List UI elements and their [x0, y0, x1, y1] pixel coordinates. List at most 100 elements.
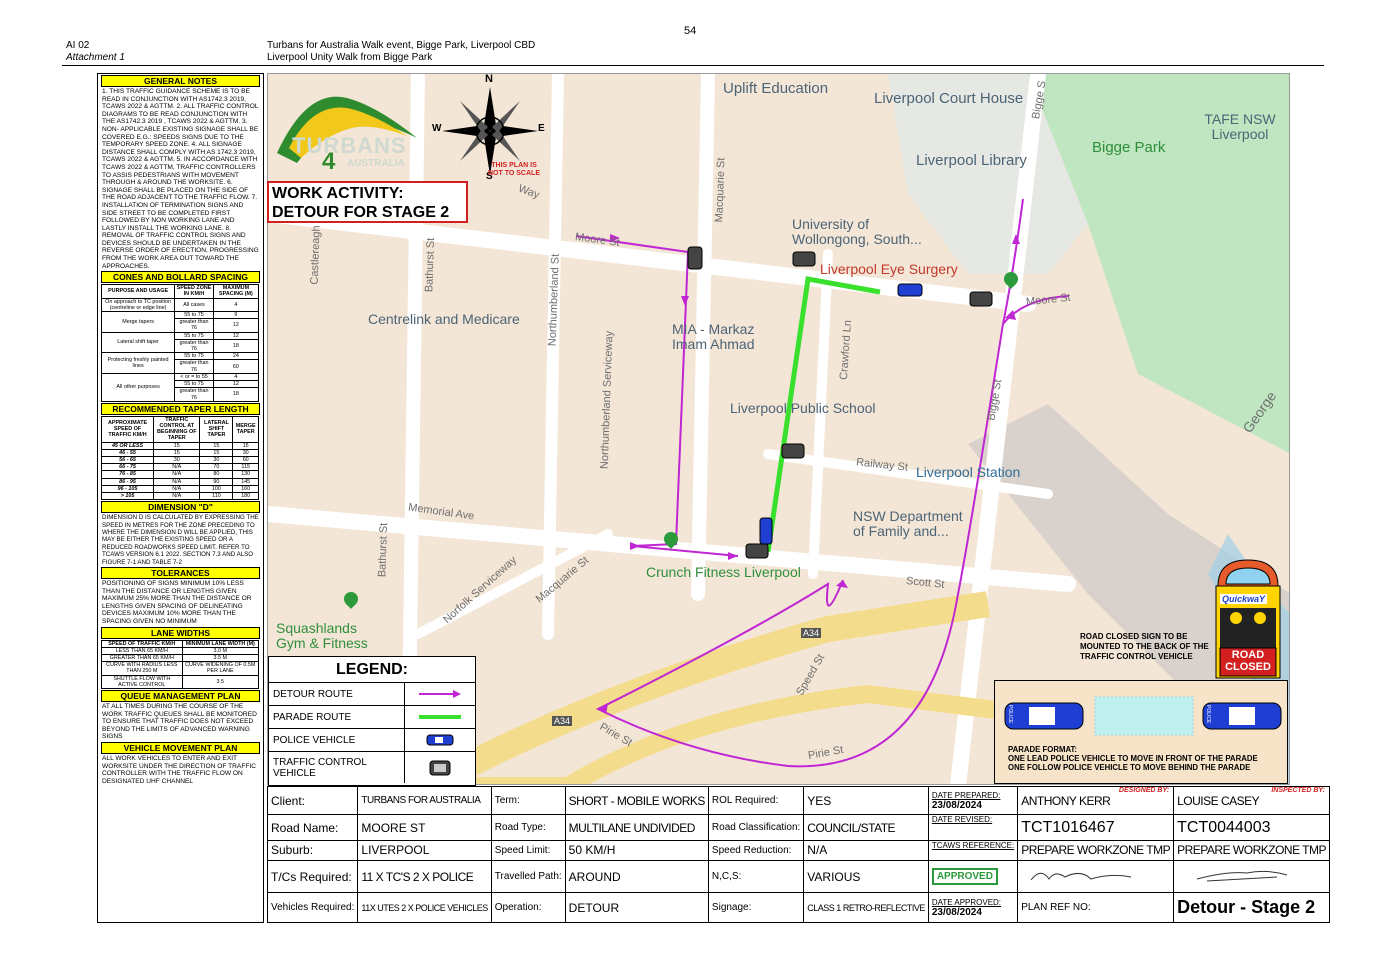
travelled-path-label: Travelled Path: — [490, 860, 566, 894]
page-number: 54 — [684, 25, 697, 37]
logo-subtext: AUSTRALIA — [347, 158, 405, 169]
inspector-tcaws: PREPARE WORKZONE TMP — [1173, 839, 1331, 862]
logo-number: 4 — [322, 148, 336, 175]
legend-label: PARADE ROUTE — [269, 706, 405, 728]
table-row: 76 - 85 N/A 80 130 — [100, 470, 259, 479]
taper-title: RECOMMENDED TAPER LENGTH — [101, 402, 260, 415]
vehicles-required-value: 11X UTES 2 X POLICE VEHICLES — [357, 892, 492, 923]
parade-diagram — [1004, 696, 1282, 736]
queue-title: QUEUE MANAGEMENT PLAN — [101, 689, 260, 702]
compass-e: E — [538, 123, 545, 134]
vehicles-required-label: Vehicles Required: — [266, 892, 359, 923]
table-row: 56 - 65 30 30 60 — [100, 455, 259, 465]
road-name-label: Road Name: — [266, 814, 359, 841]
map-legend: LEGEND: DETOUR ROUTE PARADE ROUTE POLICE… — [268, 656, 476, 786]
notes-panel: GENERAL NOTES 1. THIS TRAFFIC GUIDANCE S… — [97, 73, 264, 923]
vehicle-movement-title: VEHICLE MOVEMENT PLAN — [101, 741, 260, 754]
street-castlereagh: Castlereagh — [308, 225, 323, 285]
designed-by-label: DESIGNED BY: — [1118, 787, 1170, 794]
legend-row-parade: PARADE ROUTE — [269, 706, 475, 729]
date-prepared-cell: DATE PREPARED: 23/08/2024 — [927, 785, 1019, 816]
table-row: Road Name: MOORE ST Road Type: MULTILANE… — [266, 814, 1331, 841]
table-row: CURVE WITH RADIUS LESS THAN 250 M CURVE W… — [101, 661, 260, 676]
designer-name: ANTHONY KERR — [1021, 793, 1111, 808]
table-row: GREATER THAN 65 KM/H 3.5 M — [101, 653, 260, 663]
suburb-value: LIVERPOOL — [357, 839, 492, 862]
legend-row-tc-vehicle: TRAFFIC CONTROL VEHICLE — [269, 752, 475, 783]
poi-bigge-park: Bigge Park — [1092, 139, 1166, 156]
taper-header: MERGE TAPER — [232, 415, 259, 443]
designer-cell: ANTHONY KERR DESIGNED BY: — [1017, 785, 1175, 816]
general-notes-title: GENERAL NOTES — [101, 75, 260, 87]
traffic-control-vehicle-icon — [969, 291, 993, 307]
detour-line-icon — [419, 690, 461, 698]
compass-n: N — [485, 73, 493, 85]
header-divider — [62, 65, 1324, 66]
route-a34: A34 — [801, 628, 822, 638]
traffic-control-vehicle-icon — [687, 246, 703, 270]
not-to-scale-note: THIS PLAN IS NOT TO SCALE — [488, 162, 540, 177]
ncs-value: VARIOUS — [803, 860, 929, 894]
road-closed-vehicle: QuickwaY ROAD CLOSED — [1212, 556, 1284, 680]
table-row: > 105 N/A 110 180 — [100, 491, 259, 501]
parade-line-icon — [419, 715, 461, 719]
table-row: Client: TURBANS FOR AUSTRALIA Term: SHOR… — [266, 785, 1331, 816]
work-activity-box: WORK ACTIVITY: DETOUR FOR STAGE 2 — [267, 181, 468, 223]
designer-signature — [1017, 860, 1175, 894]
route-a34-west: A34 — [552, 716, 573, 726]
street-bathurst-south: Bathurst St — [376, 522, 391, 578]
cones-header: SPEED ZONE IN KM/H — [174, 284, 214, 299]
queue-text: AT ALL TIMES DURING THE COURSE OF THE WO… — [102, 702, 257, 741]
operation-value: DETOUR — [564, 892, 709, 923]
event-line-1: Turbans for Australia Walk event, Bigge … — [267, 40, 536, 51]
legend-row-detour: DETOUR ROUTE — [269, 683, 475, 706]
poi-liverpool-station: Liverpool Station — [916, 464, 1021, 480]
approved-cell: APPROVED — [927, 860, 1019, 894]
client-label: Client: — [266, 785, 359, 816]
travelled-path-value: AROUND — [564, 860, 709, 894]
speed-reduction-value: N/A — [803, 839, 929, 862]
dimension-text: DIMENSION D IS CALCULATED BY EXPRESSING … — [102, 514, 259, 566]
road-class-value: COUNCIL/STATE — [803, 814, 929, 841]
vehicle-movement-text: ALL WORK VEHICLES TO ENTER AND EXIT WORK… — [102, 754, 256, 785]
table-row: Merge tapers 55 to 75 9 — [100, 311, 260, 333]
table-row: On approach to TC position (centreline o… — [100, 297, 260, 313]
designer-tcaws: PREPARE WORKZONE TMP — [1017, 839, 1175, 862]
traffic-control-vehicle-icon — [792, 251, 816, 267]
date-approved-cell: DATE APPROVED: 23/08/2024 — [927, 892, 1019, 923]
poi-crunch-fitness: Crunch Fitness Liverpool — [646, 564, 801, 580]
legend-title: LEGEND: — [269, 657, 475, 683]
work-activity-detour: DETOUR FOR STAGE 2 — [272, 204, 450, 221]
brand-label: QuickwaY — [1220, 594, 1268, 604]
table-row: 66 - 75 N/A 70 115 — [100, 463, 259, 472]
street-bathurst: Bathurst St — [423, 237, 438, 293]
cones-table: PURPOSE AND USAGE SPEED ZONE IN KM/H MAX… — [100, 284, 260, 402]
plan-info-table: Client: TURBANS FOR AUSTRALIA Term: SHOR… — [266, 785, 1331, 923]
detour-arrow — [836, 580, 848, 588]
parade-line-1: ONE LEAD POLICE VEHICLE TO MOVE IN FRONT… — [1008, 754, 1258, 763]
item-code: AI 02 — [66, 40, 90, 51]
traffic-control-vehicle-icon — [781, 443, 805, 459]
table-row: Lateral shift taper 55 to 75 12 — [100, 331, 260, 354]
police-vehicle-icon — [897, 283, 923, 297]
road-class-label: Road Classification: — [707, 814, 805, 841]
inspector-tct: TCT0044003 — [1173, 814, 1331, 841]
logo-text: TURBANS — [292, 133, 407, 158]
poi-nsw-department: NSW Department of Family and... — [853, 508, 963, 539]
road-closed-sign-text: ROAD CLOSED — [1225, 649, 1271, 673]
poi-court-house: Liverpool Court House — [874, 90, 1024, 107]
date-revised-label: DATE REVISED: — [927, 814, 1019, 841]
plan-ref-label: PLAN REF NO: — [1017, 892, 1175, 923]
parade-group-area — [1094, 696, 1194, 736]
police-vehicle-icon — [426, 734, 454, 746]
tcs-required-label: T/Cs Required: — [266, 860, 359, 894]
table-row: All other purposes < or = to 55 4 — [100, 372, 260, 402]
inspected-by-label: INSPECTED BY: — [1271, 787, 1326, 794]
poi-tafe-nsw: TAFE NSW Liverpool — [1204, 111, 1276, 142]
poi-liverpool-library: Liverpool Library — [916, 152, 1027, 169]
compass-w: W — [432, 123, 442, 134]
table-row: SHUTTLE FLOW WITH ACTIVE CONTROL 3.5 — [101, 674, 260, 689]
dimension-title: DIMENSION "D" — [101, 501, 260, 514]
poi-eye-surgery: Liverpool Eye Surgery — [820, 261, 958, 277]
truck-panel — [1220, 608, 1276, 648]
